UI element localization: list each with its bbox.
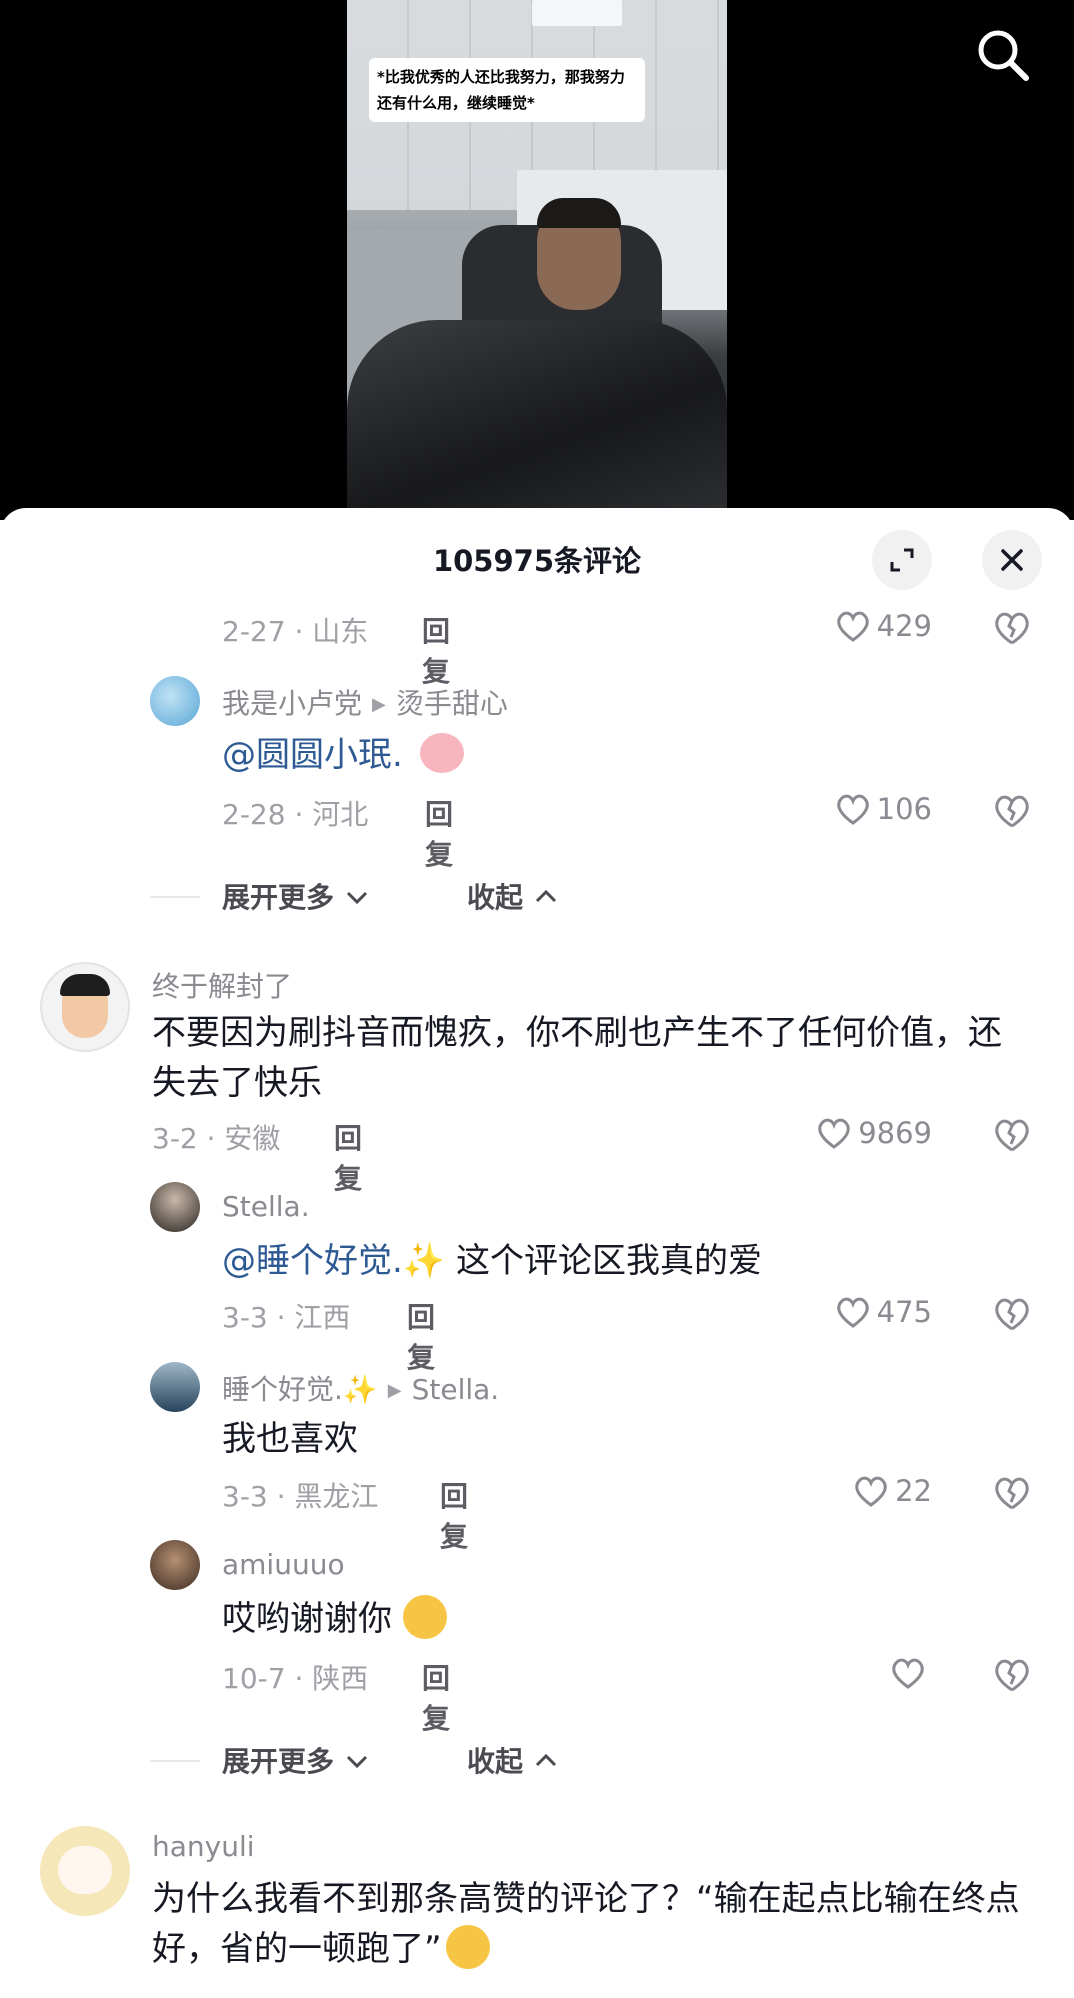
- comment-text: @圆圆小珉.: [222, 730, 464, 780]
- like-count: 106: [876, 792, 932, 826]
- chevron-up-icon: [535, 1753, 556, 1767]
- reply-button[interactable]: 回复: [407, 1296, 435, 1376]
- like-count: 429: [876, 609, 932, 643]
- comment-username[interactable]: 我是小卢党 ▶ 烫手甜心: [222, 682, 508, 722]
- video-blanket: [347, 320, 727, 510]
- heart-icon: [818, 1118, 850, 1149]
- reply-to-username: Stella.: [411, 1373, 500, 1406]
- comment-username[interactable]: 终于解封了: [152, 965, 292, 1005]
- expand-icon: [890, 548, 914, 572]
- pig-emoji-icon: [419, 732, 464, 773]
- reply-button[interactable]: 回复: [334, 1117, 362, 1197]
- close-icon: [1001, 549, 1023, 571]
- like-button[interactable]: 429: [790, 604, 932, 648]
- collapse-button[interactable]: 收起: [467, 1740, 559, 1780]
- mention-link[interactable]: @睡个好觉.✨: [222, 1241, 445, 1281]
- comment-username-text: 我是小卢党: [222, 687, 363, 720]
- video-light: [532, 0, 622, 26]
- divider: [150, 896, 200, 898]
- expand-more-button[interactable]: 展开更多: [222, 1740, 370, 1780]
- chevron-up-icon: [535, 889, 556, 903]
- expand-more-label: 展开更多: [222, 881, 335, 914]
- comment-text-body: 这个评论区我真的爱: [445, 1241, 762, 1281]
- comment-text-body: 为什么我看不到那条高赞的评论了？“输在起点比输在终点好，省的一顿跑了”: [152, 1879, 1020, 1969]
- heart-icon: [855, 1476, 887, 1507]
- search-button[interactable]: [970, 22, 1036, 88]
- avatar[interactable]: [150, 676, 200, 726]
- heart-icon: [836, 1297, 869, 1328]
- broken-heart-icon[interactable]: [990, 1653, 1034, 1697]
- reply-button[interactable]: 回复: [422, 610, 450, 690]
- comment-username[interactable]: 睡个好觉.✨ ▶ Stella.: [222, 1368, 499, 1408]
- video-player[interactable]: *比我优秀的人还比我努力，那我努力还有什么用，继续睡觉*: [0, 0, 1074, 520]
- expand-more-label: 展开更多: [222, 1745, 335, 1778]
- expand-more-button[interactable]: 展开更多: [222, 876, 370, 916]
- collapse-label: 收起: [467, 881, 524, 914]
- comment-username[interactable]: amiuuuo: [222, 1548, 345, 1581]
- avatar[interactable]: [150, 1362, 200, 1412]
- comment-text: 我也喜欢: [222, 1419, 358, 1459]
- like-button[interactable]: 9869: [790, 1111, 932, 1155]
- laughing-crying-emoji-icon: [445, 1924, 490, 1969]
- comment-username[interactable]: hanyuli: [152, 1830, 255, 1863]
- comment-text: 哎哟谢谢你: [222, 1594, 447, 1644]
- reply-to-username: 烫手甜心: [395, 687, 508, 720]
- avatar[interactable]: [150, 1182, 200, 1232]
- reply-button[interactable]: 回复: [422, 1657, 450, 1737]
- broken-heart-icon[interactable]: [990, 1471, 1034, 1515]
- like-button[interactable]: 475: [790, 1290, 932, 1334]
- chevron-down-icon: [346, 891, 367, 905]
- comment-text: @睡个好觉.✨ 这个评论区我真的爱: [222, 1236, 762, 1286]
- heart-icon: [892, 1658, 924, 1689]
- avatar[interactable]: [150, 1540, 200, 1590]
- avatar[interactable]: [40, 962, 130, 1052]
- comment-meta: 3-3 · 黑龙江: [222, 1480, 379, 1513]
- comment-text: 不要因为刷抖音而愧疚，你不刷也产生不了任何价值，还失去了快乐: [152, 1013, 1002, 1103]
- broken-heart-icon[interactable]: [990, 606, 1034, 650]
- heart-icon: [836, 611, 869, 642]
- video-person-hair: [537, 198, 621, 228]
- fullscreen-button[interactable]: [872, 530, 932, 590]
- avatar-hair: [60, 974, 110, 996]
- search-icon: [978, 30, 1029, 81]
- broken-heart-icon[interactable]: [990, 789, 1034, 833]
- comment-meta: 2-27 · 山东: [222, 615, 369, 648]
- reply-arrow-icon: ▶: [372, 694, 386, 715]
- comment-text: 为什么我看不到那条高赞的评论了？“输在起点比输在终点好，省的一顿跑了”: [152, 1874, 1022, 1974]
- comment-meta: 10-7 · 陕西: [222, 1662, 369, 1695]
- video-frame[interactable]: *比我优秀的人还比我努力，那我努力还有什么用，继续睡觉*: [347, 0, 727, 510]
- divider: [150, 1760, 200, 1762]
- broken-heart-icon[interactable]: [990, 1292, 1034, 1336]
- comment-meta: 3-3 · 江西: [222, 1301, 351, 1334]
- mention-link[interactable]: @圆圆小珉.: [222, 735, 403, 775]
- comment-text-body: 哎哟谢谢你: [222, 1599, 392, 1639]
- like-count: 475: [876, 1295, 932, 1329]
- collapse-button[interactable]: 收起: [467, 876, 559, 916]
- like-button[interactable]: 22: [790, 1469, 932, 1513]
- like-button[interactable]: [790, 1651, 932, 1695]
- close-button[interactable]: [982, 530, 1042, 590]
- broken-heart-icon[interactable]: [990, 1113, 1034, 1157]
- reply-button[interactable]: 回复: [425, 793, 453, 873]
- comment-username[interactable]: Stella.: [222, 1190, 310, 1223]
- like-count: 9869: [858, 1116, 932, 1150]
- like-count: 22: [895, 1474, 932, 1508]
- like-button[interactable]: 106: [790, 787, 932, 831]
- comment-meta: 3-2 · 安徽: [152, 1122, 281, 1155]
- reply-arrow-icon: ▶: [387, 1380, 402, 1401]
- chevron-down-icon: [346, 1755, 367, 1769]
- comment-meta: 2-28 · 河北: [222, 798, 369, 831]
- video-caption: *比我优秀的人还比我努力，那我努力还有什么用，继续睡觉*: [369, 58, 645, 122]
- comment-username-text: 睡个好觉.✨: [222, 1373, 378, 1406]
- avatar-cat-face: [58, 1846, 112, 1894]
- heart-icon: [836, 794, 869, 825]
- avatar[interactable]: [40, 1826, 130, 1916]
- collapse-label: 收起: [467, 1745, 524, 1778]
- crying-emoji-icon: [402, 1594, 447, 1639]
- reply-button[interactable]: 回复: [440, 1475, 468, 1555]
